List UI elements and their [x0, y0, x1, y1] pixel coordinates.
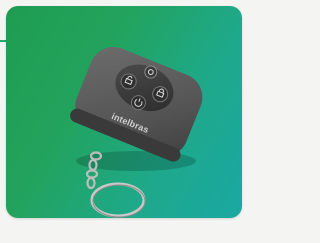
remote-control: intelbras [70, 47, 203, 162]
product-photo-card: intelbras [6, 6, 242, 218]
keyring [90, 182, 146, 218]
product-photo: intelbras [70, 47, 203, 218]
